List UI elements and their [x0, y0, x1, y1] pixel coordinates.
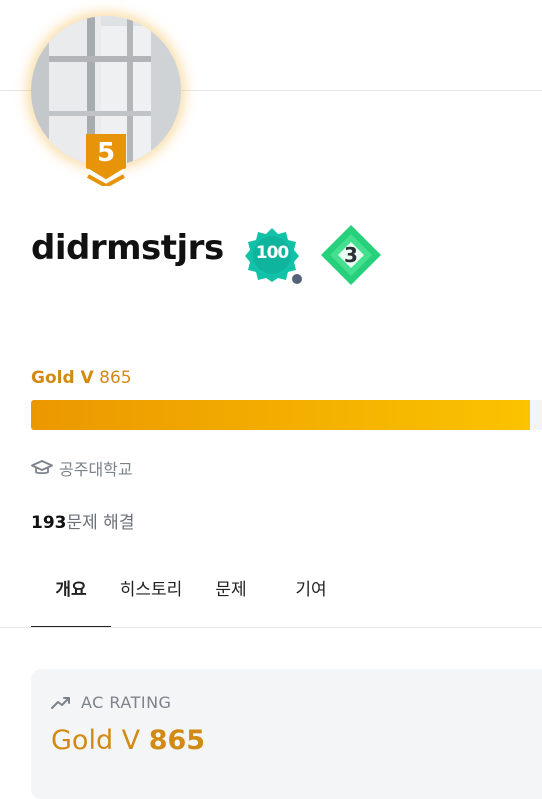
solved-label: 문제 해결 — [66, 513, 135, 533]
profile-avatar-area: 5 — [31, 16, 181, 189]
ac-rating-header: AC RATING — [51, 693, 171, 712]
class-badge-number: 100 — [255, 243, 290, 263]
ac-rating-tier: Gold V — [51, 725, 141, 756]
tier-name: Gold V — [31, 368, 94, 388]
streak-badge[interactable]: 3 — [320, 224, 382, 286]
school-name: 공주대학교 — [59, 460, 133, 479]
graduation-cap-icon — [31, 460, 53, 475]
tier-progress-fill — [31, 400, 531, 430]
tabs-divider — [0, 627, 542, 628]
tier-progress-bar — [31, 400, 542, 430]
ac-rating-label: AC RATING — [81, 693, 172, 712]
tier-level-badge: 5 — [84, 134, 128, 189]
streak-badge-number: 3 — [344, 243, 358, 267]
tab-contributions[interactable]: 기여 — [271, 566, 351, 628]
ac-rating-number: 865 — [148, 725, 206, 756]
tier-rating-line: Gold V 865 — [31, 368, 132, 388]
ac-rating-card: AC RATING Gold V 865 — [31, 669, 542, 799]
class-badge[interactable]: 100 — [244, 226, 304, 286]
username: didrmstjrs — [31, 228, 224, 268]
tab-problems[interactable]: 문제 — [191, 566, 271, 628]
solved-problems: 193문제 해결 — [31, 508, 134, 533]
tier-level-number: 5 — [96, 138, 116, 168]
tier-rating-value: 865 — [99, 368, 132, 388]
ac-rating-value: Gold V 865 — [51, 725, 205, 756]
trending-up-icon — [51, 696, 70, 709]
tab-history[interactable]: 히스토리 — [111, 566, 191, 628]
solved-count: 193 — [31, 513, 67, 533]
profile-tabs: 개요 히스토리 문제 기여 — [31, 566, 351, 628]
school[interactable]: 공주대학교 — [31, 456, 133, 480]
class-badge-dot — [291, 273, 303, 285]
tab-overview[interactable]: 개요 — [31, 566, 111, 628]
